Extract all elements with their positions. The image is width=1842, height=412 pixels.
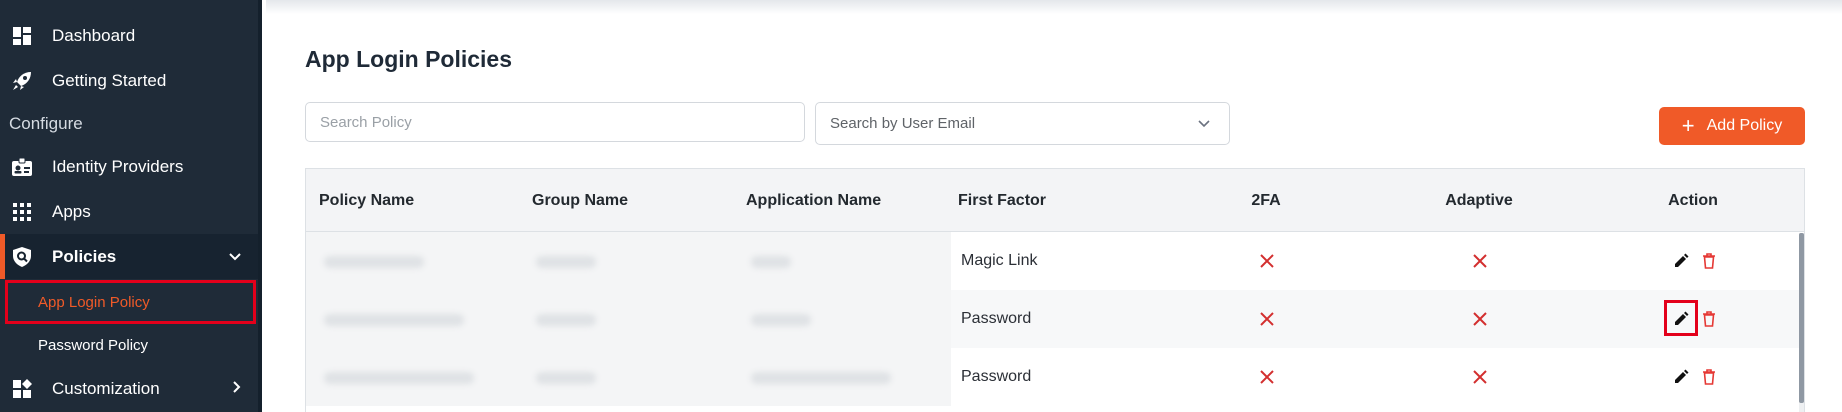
column-header-adaptive[interactable]: Adaptive — [1414, 169, 1544, 232]
chevron-down-icon — [1197, 116, 1211, 133]
edit-icon[interactable] — [1671, 251, 1691, 271]
id-badge-icon — [11, 156, 33, 178]
dashboard-icon — [11, 25, 33, 47]
first-factor-value: Magic Link — [961, 252, 1038, 269]
sidebar-subitem-label: App Login Policy — [38, 293, 150, 311]
policies-table: Policy Name Group Name Application Name … — [305, 168, 1805, 412]
x-icon — [1259, 253, 1275, 269]
sidebar: Dashboard Getting Started Configure Iden… — [0, 0, 262, 412]
column-header-group-name[interactable]: Group Name — [532, 169, 628, 232]
column-header-2fa[interactable]: 2FA — [1201, 169, 1331, 232]
shield-search-icon — [11, 246, 33, 268]
section-label-configure: Configure — [9, 114, 83, 133]
redacted-cells — [306, 348, 951, 406]
delete-icon[interactable] — [1699, 251, 1719, 271]
rocket-icon — [11, 70, 33, 92]
sidebar-item-label: Identity Providers — [52, 156, 184, 176]
sidebar-item-identity-providers[interactable]: Identity Providers — [0, 144, 258, 189]
redacted-cells — [306, 290, 951, 348]
sidebar-subitem-app-login-policy[interactable]: App Login Policy — [0, 280, 258, 324]
sidebar-subitem-password-policy[interactable]: Password Policy — [0, 323, 258, 367]
sidebar-item-label: Policies — [52, 246, 117, 266]
x-icon — [1472, 253, 1488, 269]
sidebar-item-policies[interactable]: Policies — [0, 234, 258, 279]
topbar-shadow — [266, 0, 1842, 14]
sidebar-subitem-label: Password Policy — [38, 336, 149, 354]
user-email-select[interactable]: Search by User Email — [815, 102, 1230, 145]
sidebar-item-label: Dashboard — [52, 25, 136, 45]
edit-icon[interactable] — [1671, 367, 1691, 387]
first-factor-value: Password — [961, 310, 1032, 327]
chevron-right-icon — [232, 379, 242, 399]
add-policy-button[interactable]: + Add Policy — [1659, 107, 1805, 145]
sidebar-item-label: Apps — [52, 201, 91, 221]
table-row: Password — [306, 290, 1804, 348]
apps-grid-icon — [11, 201, 33, 223]
column-header-first-factor[interactable]: First Factor — [958, 169, 1046, 232]
table-row: Magic Link — [306, 232, 1804, 290]
user-email-select-value: Search by User Email — [830, 115, 976, 132]
sidebar-item-customization[interactable]: Customization — [0, 366, 258, 411]
column-header-action: Action — [1668, 191, 1718, 209]
x-icon — [1259, 369, 1275, 385]
redacted-cells — [306, 232, 951, 290]
sidebar-item-getting-started[interactable]: Getting Started — [0, 58, 258, 103]
edit-icon[interactable] — [1671, 309, 1691, 329]
sidebar-item-label: Getting Started — [52, 70, 167, 90]
widgets-icon — [11, 378, 33, 400]
sidebar-item-label: Customization — [52, 378, 160, 398]
table-scrollbar-thumb[interactable] — [1799, 233, 1804, 403]
first-factor-value: Password — [961, 368, 1032, 385]
plus-icon: + — [1681, 113, 1695, 138]
sidebar-item-dashboard[interactable]: Dashboard — [0, 13, 258, 58]
chevron-down-icon — [228, 247, 242, 267]
search-policy-input[interactable] — [305, 102, 805, 142]
delete-icon[interactable] — [1699, 367, 1719, 387]
sidebar-item-apps[interactable]: Apps — [0, 189, 258, 234]
x-icon — [1472, 311, 1488, 327]
delete-icon[interactable] — [1699, 309, 1719, 329]
column-header-application-name[interactable]: Application Name — [746, 169, 881, 232]
x-icon — [1472, 369, 1488, 385]
table-header: Policy Name Group Name Application Name … — [306, 169, 1804, 232]
x-icon — [1259, 311, 1275, 327]
add-policy-label: Add Policy — [1706, 117, 1783, 134]
page-title: App Login Policies — [305, 46, 513, 72]
column-header-policy-name[interactable]: Policy Name — [319, 169, 414, 232]
table-row: Password — [306, 348, 1804, 406]
